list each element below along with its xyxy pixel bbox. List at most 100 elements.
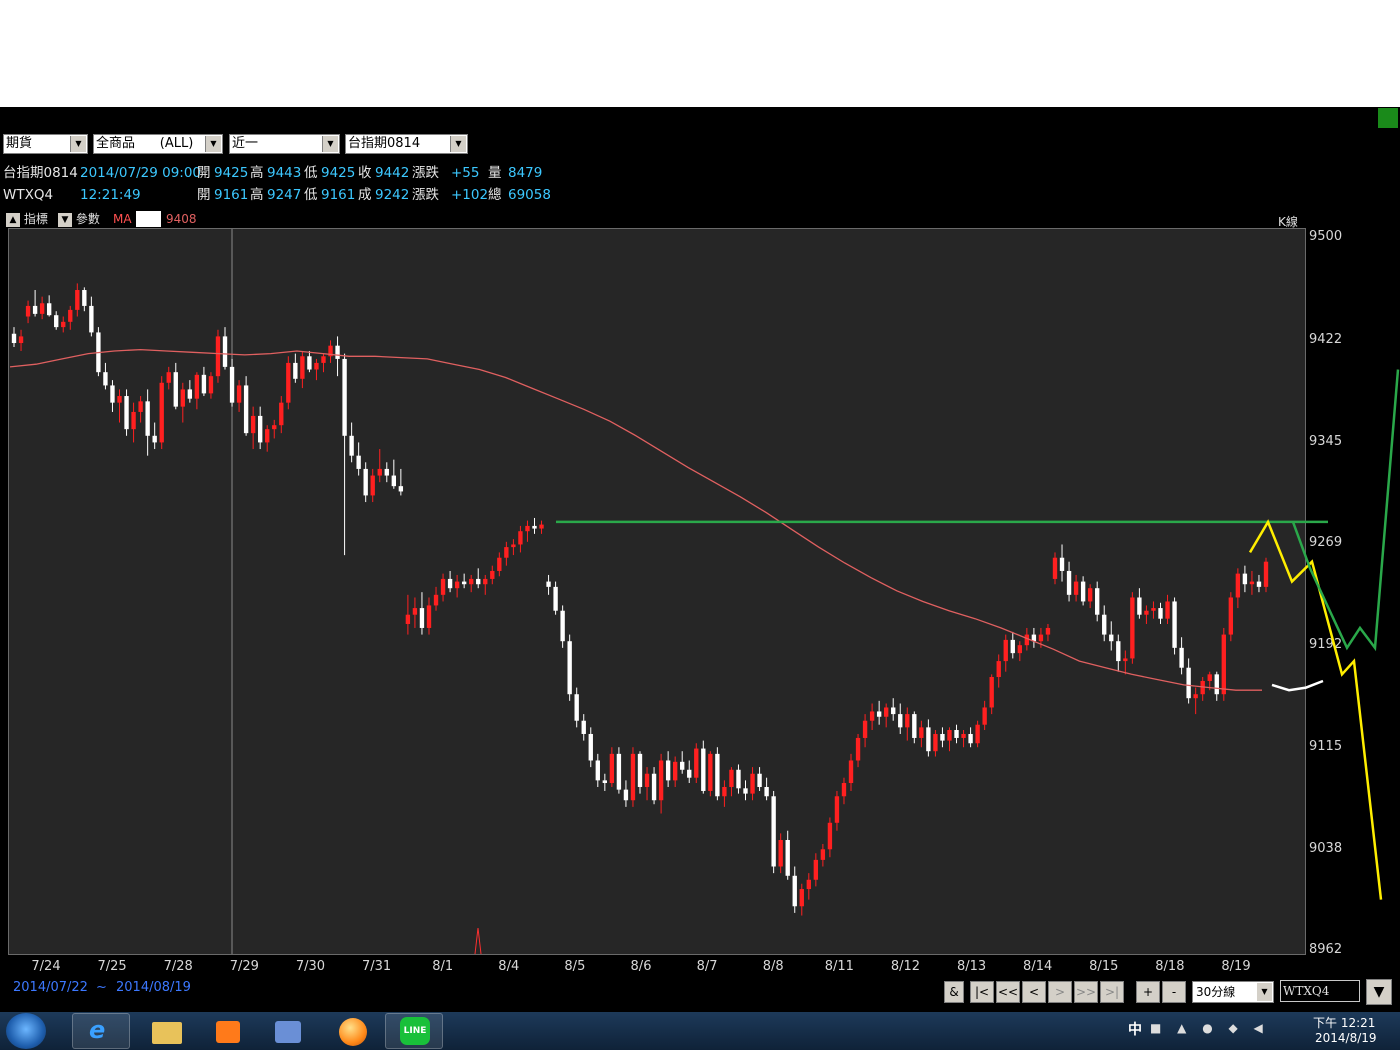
candle-body (300, 356, 305, 379)
candle-body (1249, 581, 1255, 585)
candle-body (588, 733, 593, 761)
candle-body (201, 374, 207, 394)
candle-body (680, 761, 685, 770)
candle-body (1263, 561, 1269, 587)
media-taskbar-button[interactable] (197, 1013, 255, 1049)
candle-body (433, 594, 439, 606)
candle-body (497, 557, 502, 571)
candle-body (1179, 647, 1184, 668)
candle-body (1172, 601, 1177, 648)
candle-body (1165, 601, 1170, 619)
candle-body (926, 727, 931, 752)
candle-body (919, 727, 924, 738)
candle-body (187, 389, 193, 399)
candle-body (1010, 639, 1015, 654)
candle-body (335, 345, 340, 359)
prev-button[interactable]: < (1022, 981, 1046, 1003)
candle-body (954, 730, 959, 738)
candle-body (820, 849, 826, 860)
candle-body (349, 435, 354, 456)
candle-body (694, 748, 699, 778)
line-taskbar-button[interactable]: LINE (385, 1013, 443, 1049)
candle-body (159, 382, 164, 443)
candle-body (1221, 634, 1226, 695)
start-button[interactable] (6, 1013, 46, 1049)
candle-body (173, 372, 178, 407)
candle-body (194, 374, 200, 399)
zoom-out-label: - (1171, 985, 1177, 999)
candle-body (180, 389, 185, 407)
candle-body (1214, 674, 1219, 695)
candle-body (813, 859, 819, 880)
ie-taskbar-button[interactable]: e (72, 1013, 130, 1049)
first-button[interactable]: |< (970, 981, 994, 1003)
candle-body (750, 773, 755, 794)
candle-body (342, 358, 347, 436)
date-to: 2014/08/19 (116, 980, 191, 995)
ime-indicator[interactable]: 中 (1128, 1019, 1142, 1039)
candle-body (883, 707, 889, 717)
candle-body (1059, 557, 1065, 571)
candle-body (778, 840, 783, 867)
media-icon (216, 1021, 240, 1043)
candle-body (771, 796, 776, 867)
candle-body (103, 372, 108, 386)
explorer-taskbar-button[interactable] (137, 1013, 195, 1049)
candle-body (1193, 694, 1198, 699)
candle-body (469, 578, 474, 585)
clock-date[interactable]: 2014/8/19 (1315, 1031, 1377, 1045)
candle-body (25, 305, 31, 317)
candle-body (609, 753, 615, 784)
symbol-input-value: WTXQ4 (1283, 984, 1330, 998)
candle-body (1130, 597, 1135, 659)
candle-body (968, 733, 973, 744)
symbol-input[interactable]: WTXQ4 (1280, 980, 1360, 1002)
candle-body (933, 733, 938, 752)
zoom-out-button[interactable]: - (1162, 981, 1186, 1003)
candle-body (560, 610, 565, 642)
last-button[interactable]: >| (1100, 981, 1124, 1003)
candle-body (722, 786, 727, 797)
candle-body (701, 748, 706, 791)
candle-body (440, 578, 446, 595)
orange-ball-icon (339, 1018, 367, 1046)
candle-body (525, 525, 530, 532)
clock-time[interactable]: 下午 12:21 (1313, 1014, 1375, 1031)
next-button[interactable]: > (1048, 981, 1072, 1003)
zoom-in-button[interactable]: + (1136, 981, 1160, 1003)
candle-body (1102, 614, 1107, 635)
candle-body (39, 303, 45, 314)
candle-body (912, 714, 917, 738)
rewind-button-label: << (997, 985, 1019, 999)
candle-body (166, 372, 171, 383)
candle-body (1087, 588, 1093, 602)
candlestick-chart (9, 229, 1400, 955)
candle-body (947, 730, 952, 741)
candle-body (518, 531, 523, 545)
candle-body (961, 733, 966, 738)
link-button-label: & (949, 985, 959, 999)
candle-body (630, 753, 636, 801)
candle-body (476, 578, 481, 585)
candle-body (1003, 639, 1008, 662)
candle-body (736, 769, 741, 789)
candle-body (869, 711, 875, 721)
candle-body (54, 315, 59, 328)
candle-body (286, 362, 291, 403)
rewind-button[interactable]: << (996, 981, 1020, 1003)
candle-body (68, 309, 73, 322)
link-button[interactable]: & (944, 981, 964, 1003)
candle-body (862, 720, 868, 738)
paint-taskbar-button[interactable] (258, 1013, 316, 1049)
candle-body (665, 760, 671, 781)
forward-button[interactable]: >> (1074, 981, 1098, 1003)
candle-body (1066, 570, 1072, 595)
candle-body (708, 753, 713, 791)
first-button-label: |< (974, 985, 990, 999)
candle-body (658, 760, 664, 801)
period-select[interactable]: 30分線 ▼ (1192, 981, 1274, 1003)
candle-body (595, 760, 600, 781)
dropdown-button[interactable]: ▼ (1366, 979, 1392, 1005)
app-taskbar-button[interactable] (322, 1013, 380, 1049)
candle-body (131, 411, 136, 430)
